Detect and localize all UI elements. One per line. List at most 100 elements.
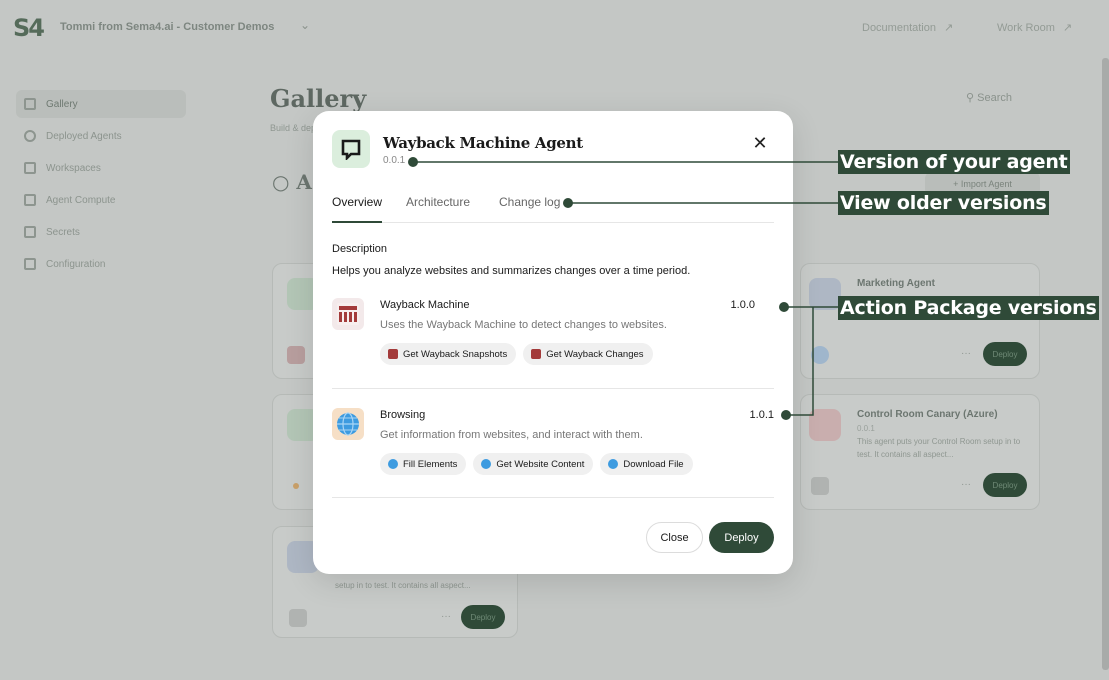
agent-card-icon — [809, 278, 841, 310]
sidebar-item-workspaces[interactable]: Workspaces — [16, 154, 186, 182]
plus-icon: + — [953, 179, 961, 189]
action-label: Get Wayback Snapshots — [403, 348, 508, 360]
package-icon — [293, 483, 299, 489]
section-title-text: A — [296, 170, 312, 194]
secrets-icon — [24, 226, 36, 238]
sidebar-item-label: Workspaces — [46, 162, 101, 174]
agent-card[interactable]: Control Room Canary (Azure) 0.0.1 This a… — [800, 394, 1040, 510]
more-icon[interactable]: ··· — [961, 479, 971, 490]
chat-bubble-icon — [341, 139, 361, 160]
agent-card-title: Marketing Agent — [857, 278, 935, 289]
package-name: Browsing — [380, 409, 426, 421]
package-name: Wayback Machine — [380, 299, 470, 311]
package-description: Get information from websites, and inter… — [380, 429, 643, 441]
agents-icon — [24, 130, 36, 142]
package-version: 1.0.0 — [730, 299, 755, 311]
more-icon[interactable]: ··· — [961, 348, 971, 359]
package-description: Uses the Wayback Machine to detect chang… — [380, 319, 667, 331]
callout-older-versions: View older versions — [838, 191, 1049, 215]
sidebar-item-deployed-agents[interactable]: Deployed Agents — [16, 122, 186, 150]
action-chip[interactable]: Get Wayback Changes — [523, 343, 653, 365]
wayback-machine-icon — [332, 298, 364, 330]
agent-card-title: Control Room Canary (Azure) — [857, 409, 998, 420]
package-version: 1.0.1 — [749, 409, 774, 421]
sidebar-item-agent-compute[interactable]: Agent Compute — [16, 186, 186, 214]
action-chip[interactable]: Download File — [600, 453, 693, 475]
package-icon — [289, 609, 307, 627]
action-label: Fill Elements — [403, 458, 458, 470]
action-chip[interactable]: Get Website Content — [473, 453, 594, 475]
sidebar-item-configuration[interactable]: Configuration — [16, 250, 186, 278]
search-icon: ⚲ — [966, 92, 978, 104]
documentation-link[interactable]: Documentation ↗ — [862, 21, 953, 34]
agent-card-version: 0.0.1 — [857, 424, 875, 433]
agent-card[interactable]: Marketing Agent ··· Deploy — [800, 263, 1040, 379]
gallery-title: Gallery — [270, 84, 367, 113]
sidebar-item-label: Agent Compute — [46, 194, 116, 206]
more-icon[interactable]: ··· — [441, 611, 451, 622]
globe-icon — [388, 459, 398, 469]
chevron-down-icon[interactable]: ⌄ — [300, 18, 310, 32]
org-selector-label[interactable]: Tommi from Sema4.ai - Customer Demos — [60, 21, 274, 33]
sidebar-item-gallery[interactable]: Gallery — [16, 90, 186, 118]
external-link-icon: ↗ — [1062, 22, 1073, 34]
divider — [332, 497, 774, 498]
agent-details-modal: Wayback Machine Agent 0.0.1 ✕ Overview A… — [313, 111, 793, 574]
divider — [332, 388, 774, 389]
action-label: Get Wayback Changes — [546, 348, 644, 360]
action-label: Download File — [623, 458, 684, 470]
external-link-icon: ↗ — [944, 22, 954, 34]
card-deploy-button[interactable]: Deploy — [983, 473, 1027, 497]
deploy-button[interactable]: Deploy — [709, 522, 774, 553]
scrollbar[interactable] — [1102, 58, 1109, 670]
modal-title: Wayback Machine Agent — [383, 134, 583, 152]
action-list: Fill Elements Get Website Content Downlo… — [380, 453, 693, 475]
search-label: Search — [977, 92, 1012, 104]
wayback-logo-icon — [337, 303, 359, 325]
action-chip[interactable]: Get Wayback Snapshots — [380, 343, 517, 365]
callout-package-versions: Action Package versions — [838, 296, 1099, 320]
tab-overview[interactable]: Overview — [332, 195, 383, 223]
workspaces-icon — [24, 162, 36, 174]
work-room-link[interactable]: Work Room ↗ — [997, 21, 1072, 34]
gallery-icon — [24, 98, 36, 110]
wayback-machine-icon — [531, 349, 542, 359]
card-deploy-button[interactable]: Deploy — [461, 605, 505, 629]
package-icon — [287, 346, 305, 364]
action-list: Get Wayback Snapshots Get Wayback Change… — [380, 343, 653, 365]
wayback-machine-icon — [388, 349, 398, 359]
package-icon — [811, 477, 829, 495]
description-heading: Description — [332, 243, 388, 255]
agent-card-description: This agent puts your Control Room setup … — [857, 437, 1021, 459]
configuration-icon — [24, 258, 36, 270]
sidebar-item-secrets[interactable]: Secrets — [16, 218, 186, 246]
compute-icon — [24, 194, 36, 206]
modal-tabs: Overview Architecture Change log — [332, 189, 774, 223]
package-icon — [811, 346, 829, 364]
sidebar-item-label: Secrets — [46, 226, 80, 238]
sidebar-item-label: Configuration — [46, 258, 106, 270]
gallery-search[interactable]: ⚲ Search — [966, 91, 1012, 104]
close-button[interactable]: Close — [646, 522, 703, 553]
work-room-link-label: Work Room — [997, 22, 1055, 34]
globe-icon — [481, 459, 492, 469]
import-agent-label: Import Agent — [960, 179, 1012, 189]
action-chip[interactable]: Fill Elements — [380, 453, 467, 475]
browsing-globe-icon — [332, 408, 364, 440]
tab-change-log[interactable]: Change log — [499, 195, 560, 223]
close-icon[interactable]: ✕ — [750, 133, 770, 153]
sidebar-item-label: Gallery — [46, 98, 78, 110]
documentation-link-label: Documentation — [862, 22, 936, 34]
agent-version: 0.0.1 — [383, 155, 406, 166]
card-deploy-button[interactable]: Deploy — [983, 342, 1027, 366]
callout-version: Version of your agent — [838, 150, 1070, 174]
top-bar: S4 Tommi from Sema4.ai - Customer Demos … — [0, 0, 1109, 58]
tab-architecture[interactable]: Architecture — [406, 195, 470, 223]
description-text: Helps you analyze websites and summarize… — [332, 265, 691, 277]
sidebar-item-label: Deployed Agents — [46, 130, 122, 142]
globe-icon — [608, 459, 619, 469]
section-title: ○ A — [272, 170, 312, 194]
sema4-logo: S4 — [13, 14, 45, 42]
action-label: Get Website Content — [496, 458, 585, 470]
agent-card-icon — [809, 409, 841, 441]
